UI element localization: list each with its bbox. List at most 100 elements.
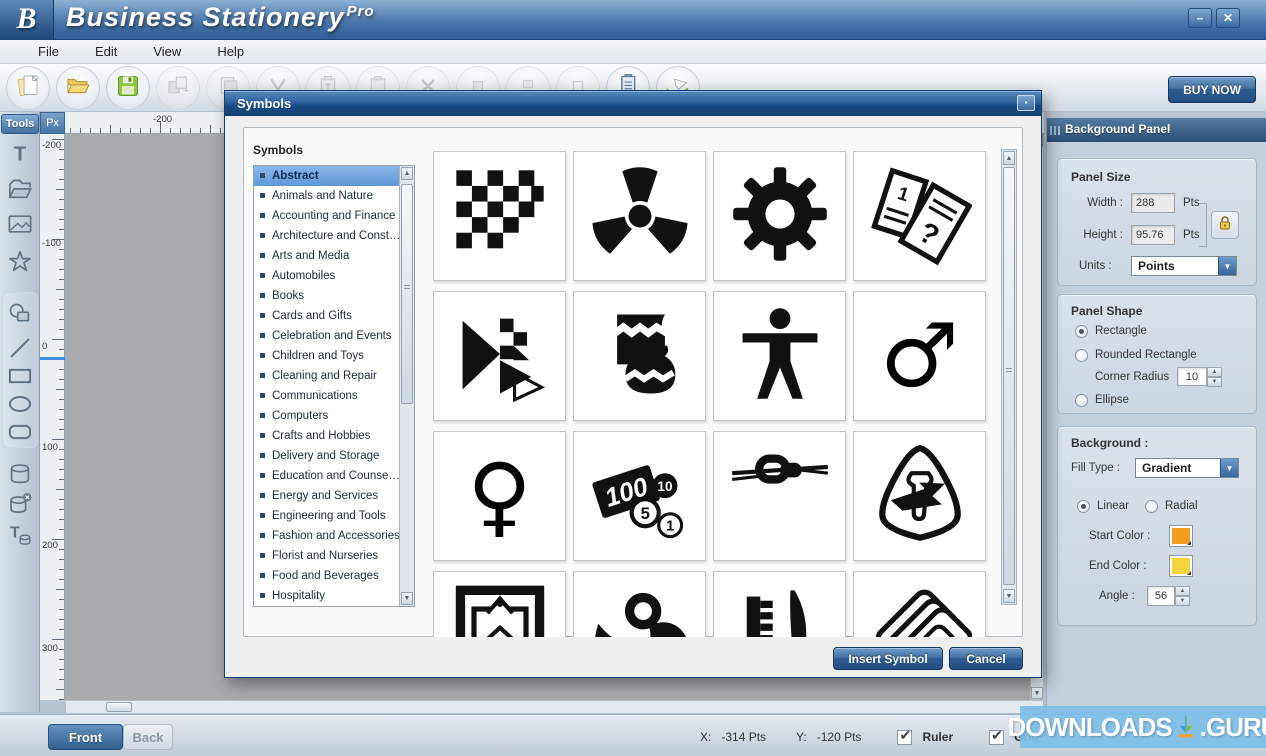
symbol-comb-and-knife[interactable] — [713, 571, 846, 637]
ellipse-radio[interactable] — [1075, 394, 1088, 407]
corner-radius-spinner[interactable]: ▲ ▼ — [1207, 367, 1222, 387]
menu-edit[interactable]: Edit — [81, 42, 131, 61]
import-tool[interactable] — [4, 176, 36, 208]
dialog-close-button[interactable]: ▪ — [1017, 95, 1035, 111]
category-item[interactable]: Fashion and Accessories — [254, 526, 401, 546]
cancel-button[interactable]: Cancel — [949, 647, 1023, 670]
rounded-rectangle-radio[interactable] — [1075, 349, 1088, 362]
symbol-napkins[interactable] — [853, 571, 986, 637]
category-item[interactable]: Automobiles — [254, 266, 401, 286]
category-item[interactable]: Animals and Nature — [254, 186, 401, 206]
menu-view[interactable]: View — [139, 42, 195, 61]
category-item[interactable]: Food and Beverages — [254, 566, 401, 586]
spinner-up-icon[interactable]: ▲ — [1175, 586, 1190, 596]
category-item[interactable]: Children and Toys — [254, 346, 401, 366]
linear-radio[interactable] — [1077, 500, 1090, 513]
menu-file[interactable]: File — [24, 42, 73, 61]
text-tool[interactable]: T — [4, 140, 36, 172]
symbols-scroll-thumb[interactable] — [1003, 167, 1015, 585]
corner-radius-field[interactable]: 10 — [1177, 367, 1207, 386]
symbol-price-tags[interactable]: 100 10 5 1 — [573, 431, 706, 561]
symbol-abstract-triangles[interactable] — [433, 291, 566, 421]
symbol-female-symbol[interactable]: ♀ — [433, 431, 566, 561]
grid-checkbox[interactable] — [989, 727, 1005, 745]
symbol-checkerboard[interactable] — [433, 151, 566, 281]
units-dropdown[interactable]: Points ▼ — [1131, 256, 1237, 276]
category-item[interactable]: Florist and Nurseries — [254, 546, 401, 566]
spinner-down-icon[interactable]: ▼ — [1175, 596, 1190, 606]
symbols-grid-scrollbar[interactable]: ▲ ▼ — [1001, 149, 1017, 605]
symbol-pot-with-waves[interactable] — [573, 291, 706, 421]
scroll-down-icon[interactable]: ▼ — [1031, 687, 1043, 699]
fill-type-dropdown[interactable]: Gradient ▼ — [1135, 458, 1239, 478]
height-field[interactable]: 95.76 — [1131, 225, 1175, 245]
tab-back[interactable]: Back — [123, 724, 173, 750]
lock-aspect-button[interactable] — [1211, 211, 1239, 239]
category-item[interactable]: Computers — [254, 406, 401, 426]
menu-help[interactable]: Help — [203, 42, 258, 61]
category-item[interactable]: Cleaning and Repair — [254, 366, 401, 386]
spinner-down-icon[interactable]: ▼ — [1207, 377, 1222, 387]
rectangle-radio[interactable] — [1075, 325, 1088, 338]
category-item[interactable]: Hospitality — [254, 586, 401, 606]
category-item[interactable]: Accounting and Finance — [254, 206, 401, 226]
chevron-down-icon[interactable]: ▼ — [1218, 257, 1236, 275]
category-item[interactable]: Crafts and Hobbies — [254, 426, 401, 446]
start-color-swatch[interactable] — [1169, 525, 1193, 547]
category-item[interactable]: Delivery and Storage — [254, 446, 401, 466]
scroll-up-icon[interactable]: ▲ — [1003, 151, 1015, 165]
category-item[interactable]: Energy and Services — [254, 486, 401, 506]
symbol-warning-triangle[interactable] — [853, 431, 986, 561]
scroll-down-icon[interactable]: ▼ — [1003, 589, 1015, 603]
symbol-radiation[interactable] — [573, 151, 706, 281]
symbol-person[interactable] — [713, 291, 846, 421]
image-tool[interactable] — [4, 210, 36, 242]
category-item[interactable]: Arts and Media — [254, 246, 401, 266]
database-tool[interactable] — [4, 460, 36, 492]
rounded-rectangle-tool[interactable] — [4, 418, 36, 450]
panel-grip-icon — [1050, 126, 1060, 135]
close-button[interactable]: ✕ — [1216, 8, 1240, 28]
symbol-clipboard-frame[interactable] — [433, 571, 566, 637]
insert-symbol-button[interactable]: Insert Symbol — [833, 647, 943, 670]
symbol-tickets[interactable]: 1? — [853, 151, 986, 281]
save-button[interactable] — [106, 66, 150, 110]
category-item[interactable]: Engineering and Tools — [254, 506, 401, 526]
width-field[interactable]: 288 — [1131, 193, 1175, 213]
shapes-tool[interactable] — [4, 300, 36, 332]
scroll-up-icon[interactable]: ▲ — [401, 167, 413, 180]
angle-spinner[interactable]: ▲ ▼ — [1175, 586, 1190, 606]
category-item[interactable]: Communications — [254, 386, 401, 406]
spinner-up-icon[interactable]: ▲ — [1207, 367, 1222, 377]
category-item[interactable]: Celebration and Events — [254, 326, 401, 346]
text-field-tool[interactable]: T — [4, 520, 36, 552]
tab-front[interactable]: Front — [48, 724, 123, 750]
category-scrollbar[interactable]: ▲ ▼ — [399, 166, 414, 606]
chevron-down-icon[interactable]: ▼ — [1220, 459, 1238, 477]
angle-field[interactable]: 56 — [1147, 586, 1175, 606]
symbol-abstract-bird[interactable] — [573, 571, 706, 637]
category-scroll-thumb[interactable] — [401, 184, 413, 404]
category-item[interactable]: Education and Counselling — [254, 466, 401, 486]
horizontal-scrollbar[interactable] — [65, 700, 1044, 714]
horizontal-scroll-thumb[interactable] — [106, 702, 132, 712]
ruler-checkbox[interactable] — [897, 727, 913, 745]
symbol-gear[interactable] — [713, 151, 846, 281]
buy-now-button[interactable]: BUY NOW — [1168, 76, 1256, 103]
scroll-down-icon[interactable]: ▼ — [401, 592, 413, 605]
end-color-swatch[interactable] — [1169, 555, 1193, 577]
minimize-button[interactable]: – — [1188, 8, 1212, 28]
category-item[interactable]: Abstract — [254, 166, 401, 186]
symbol-chain-link[interactable] — [713, 431, 846, 561]
category-item[interactable]: Architecture and Constr... — [254, 226, 401, 246]
category-item[interactable]: Books — [254, 286, 401, 306]
category-item[interactable]: Cards and Gifts — [254, 306, 401, 326]
radial-radio[interactable] — [1145, 500, 1158, 513]
app-title-badge: Pro — [346, 3, 375, 20]
open-file-button[interactable] — [56, 66, 100, 110]
symbol-male-symbol[interactable]: ♂ — [853, 291, 986, 421]
new-document-button[interactable] — [6, 66, 50, 110]
clipart-tool[interactable] — [4, 248, 36, 280]
database-remove-tool[interactable] — [4, 490, 36, 522]
ruler-units-label[interactable]: Px — [40, 112, 65, 134]
